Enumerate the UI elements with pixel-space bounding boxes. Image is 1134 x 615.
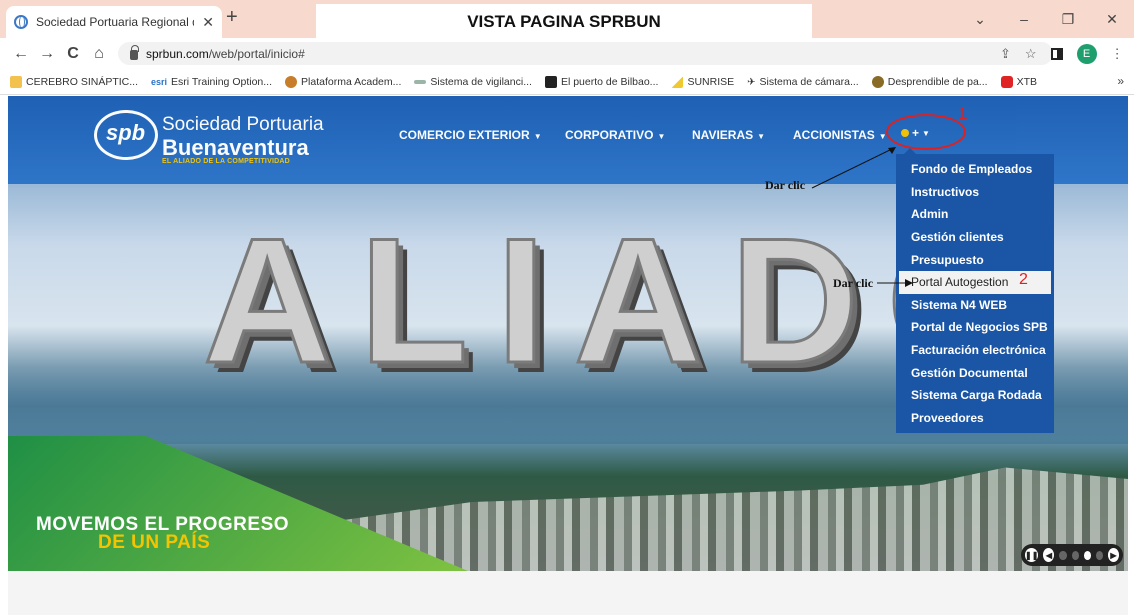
bookmark-item[interactable]: XTB: [1000, 76, 1037, 88]
academ-icon: [285, 76, 298, 88]
dropdown-item-presupuesto[interactable]: Presupuesto: [896, 248, 1054, 271]
dropdown-caret: [904, 148, 916, 154]
profile-avatar[interactable]: E: [1076, 43, 1097, 64]
page-below-hero: [8, 571, 1128, 615]
dropdown-item-instructivos[interactable]: Instructivos: [896, 181, 1054, 204]
prev-icon[interactable]: ◀: [1043, 548, 1055, 562]
screenshot-banner-title: VISTA PAGINA SPRBUN: [316, 4, 812, 40]
desprendible-icon: [871, 76, 884, 88]
browser-tab[interactable]: Sociedad Portuaria Regional de B ✕: [6, 6, 222, 38]
nav-corporativo[interactable]: CORPORATIVO ▼: [565, 128, 665, 142]
bookmark-item[interactable]: El puerto de Bilbao...: [544, 76, 658, 88]
star-icon[interactable]: ☆: [1025, 46, 1037, 62]
hero-city: [308, 467, 1128, 571]
toolbar-icons: ⇪ ☆ E ⋮: [1000, 42, 1124, 65]
address-bar[interactable]: sprbun.com/web/portal/inicio#: [118, 42, 1053, 65]
dropdown-item-proveedores[interactable]: Proveedores: [896, 407, 1054, 430]
web-page: ALIADO MOVEMOS EL PROGRESO DE UN PAÍS sp…: [0, 96, 1134, 615]
dropdown-item-carga-rodada[interactable]: Sistema Carga Rodada: [896, 384, 1054, 407]
globe-icon: [14, 15, 28, 29]
annotation-step-1: 1: [958, 104, 968, 123]
tab-close-icon[interactable]: ✕: [202, 14, 214, 31]
bookmark-item[interactable]: esri Esri Training Option...: [151, 76, 272, 88]
nav-navieras[interactable]: NAVIERAS ▼: [692, 128, 765, 142]
bookmarks-bar: CEREBRO SINÁPTIC... esri Esri Training Op…: [0, 70, 1134, 95]
bookmark-item[interactable]: ✈ Sistema de cámara...: [747, 76, 859, 88]
share-icon[interactable]: ⇪: [1000, 46, 1011, 62]
logo-tagline: EL ALIADO DE LA COMPETITIVIDAD: [162, 158, 290, 165]
browser-tab-strip: Sociedad Portuaria Regional de B ✕ + VIS…: [0, 0, 1134, 40]
new-tab-button[interactable]: +: [226, 6, 238, 29]
logo-mark: spb: [106, 120, 146, 145]
url-text: sprbun.com/web/portal/inicio#: [146, 47, 305, 61]
bilbao-icon: [544, 76, 557, 88]
slider-dot[interactable]: [1059, 550, 1067, 560]
bookmark-item[interactable]: CEREBRO SINÁPTIC...: [10, 76, 138, 88]
hero-banner: ALIADO MOVEMOS EL PROGRESO DE UN PAÍS sp…: [8, 96, 1128, 571]
nav-comercio-exterior[interactable]: COMERCIO EXTERIOR ▼: [399, 128, 542, 142]
folder-icon: [10, 76, 22, 88]
dropdown-item-portal-autogestion[interactable]: Portal Autogestion: [899, 270, 1051, 294]
bookmark-item[interactable]: Desprendible de pa...: [871, 76, 988, 88]
minimize-button[interactable]: –: [1002, 11, 1046, 27]
dropdown-item-portal-negocios[interactable]: Portal de Negocios SPB: [896, 316, 1054, 339]
reload-button[interactable]: C: [60, 45, 86, 63]
callout-arrow-1: [811, 147, 896, 189]
hero-green-wedge: [8, 436, 468, 571]
esri-icon: esri: [151, 77, 168, 87]
chevron-down-icon: ▼: [533, 132, 542, 141]
menu-icon[interactable]: ⋮: [1111, 46, 1124, 62]
url-host: sprbun.com: [146, 46, 209, 61]
dropdown-item-fondo-empleados[interactable]: Fondo de Empleados: [896, 158, 1054, 181]
callout-dar-clic-1: Dar clic: [765, 178, 806, 192]
bookmark-item[interactable]: SUNRISE: [671, 76, 734, 88]
slider-dot[interactable]: [1095, 550, 1103, 560]
bookmark-item[interactable]: Plataforma Academ...: [285, 76, 401, 88]
dropdown-item-admin[interactable]: Admin: [896, 203, 1054, 226]
home-button[interactable]: ⌂: [86, 45, 112, 63]
slider-controls: ❚❚ ◀ ▶: [1021, 544, 1123, 566]
dropdown-item-facturacion[interactable]: Facturación electrónica: [896, 339, 1054, 362]
tab-title: Sociedad Portuaria Regional de B: [36, 15, 194, 29]
xtb-icon: [1000, 76, 1013, 88]
slider-dot-active[interactable]: [1083, 550, 1091, 560]
sistema-icon: [414, 80, 427, 84]
back-button[interactable]: ←: [8, 45, 34, 63]
annotation-step-2: 2: [1019, 271, 1028, 288]
sidepanel-icon[interactable]: [1050, 47, 1063, 60]
restore-button[interactable]: ❐: [1046, 11, 1090, 28]
callout-arrow-2: [877, 279, 913, 287]
url-path: /web/portal/inicio#: [208, 46, 305, 61]
window-controls: ⌄ – ❐ ✕: [958, 0, 1134, 38]
bookmark-item[interactable]: Sistema de vigilanci...: [414, 76, 532, 88]
dropdown-item-sistema-n4-web[interactable]: Sistema N4 WEB: [896, 294, 1054, 317]
chevron-down-icon: ▼: [657, 132, 666, 141]
next-icon[interactable]: ▶: [1107, 548, 1119, 562]
slider-dot[interactable]: [1071, 550, 1079, 560]
dropdown-item-gestion-clientes[interactable]: Gestión clientes: [896, 226, 1054, 249]
dropdown-item-gestion-documental[interactable]: Gestión Documental: [896, 361, 1054, 384]
sunrise-icon: [671, 76, 684, 88]
forward-button[interactable]: →: [34, 45, 60, 63]
nav-accionistas[interactable]: ACCIONISTAS ▼: [793, 128, 887, 142]
close-window-button[interactable]: ✕: [1090, 11, 1134, 28]
more-dropdown-menu: Fondo de Empleados Instructivos Admin Ge…: [896, 148, 1054, 433]
callout-dar-clic-2: Dar clic: [833, 276, 874, 290]
lock-icon: [130, 44, 139, 60]
tab-search-icon[interactable]: ⌄: [958, 11, 1002, 28]
slogan-line2: DE UN PAÍS: [98, 532, 211, 553]
pause-icon[interactable]: ❚❚: [1025, 548, 1039, 562]
logo-line1: Sociedad Portuaria: [162, 114, 324, 135]
camera-icon: ✈: [747, 76, 756, 88]
chevron-down-icon: ▼: [757, 132, 766, 141]
bookmarks-more-button[interactable]: »: [1117, 74, 1124, 88]
